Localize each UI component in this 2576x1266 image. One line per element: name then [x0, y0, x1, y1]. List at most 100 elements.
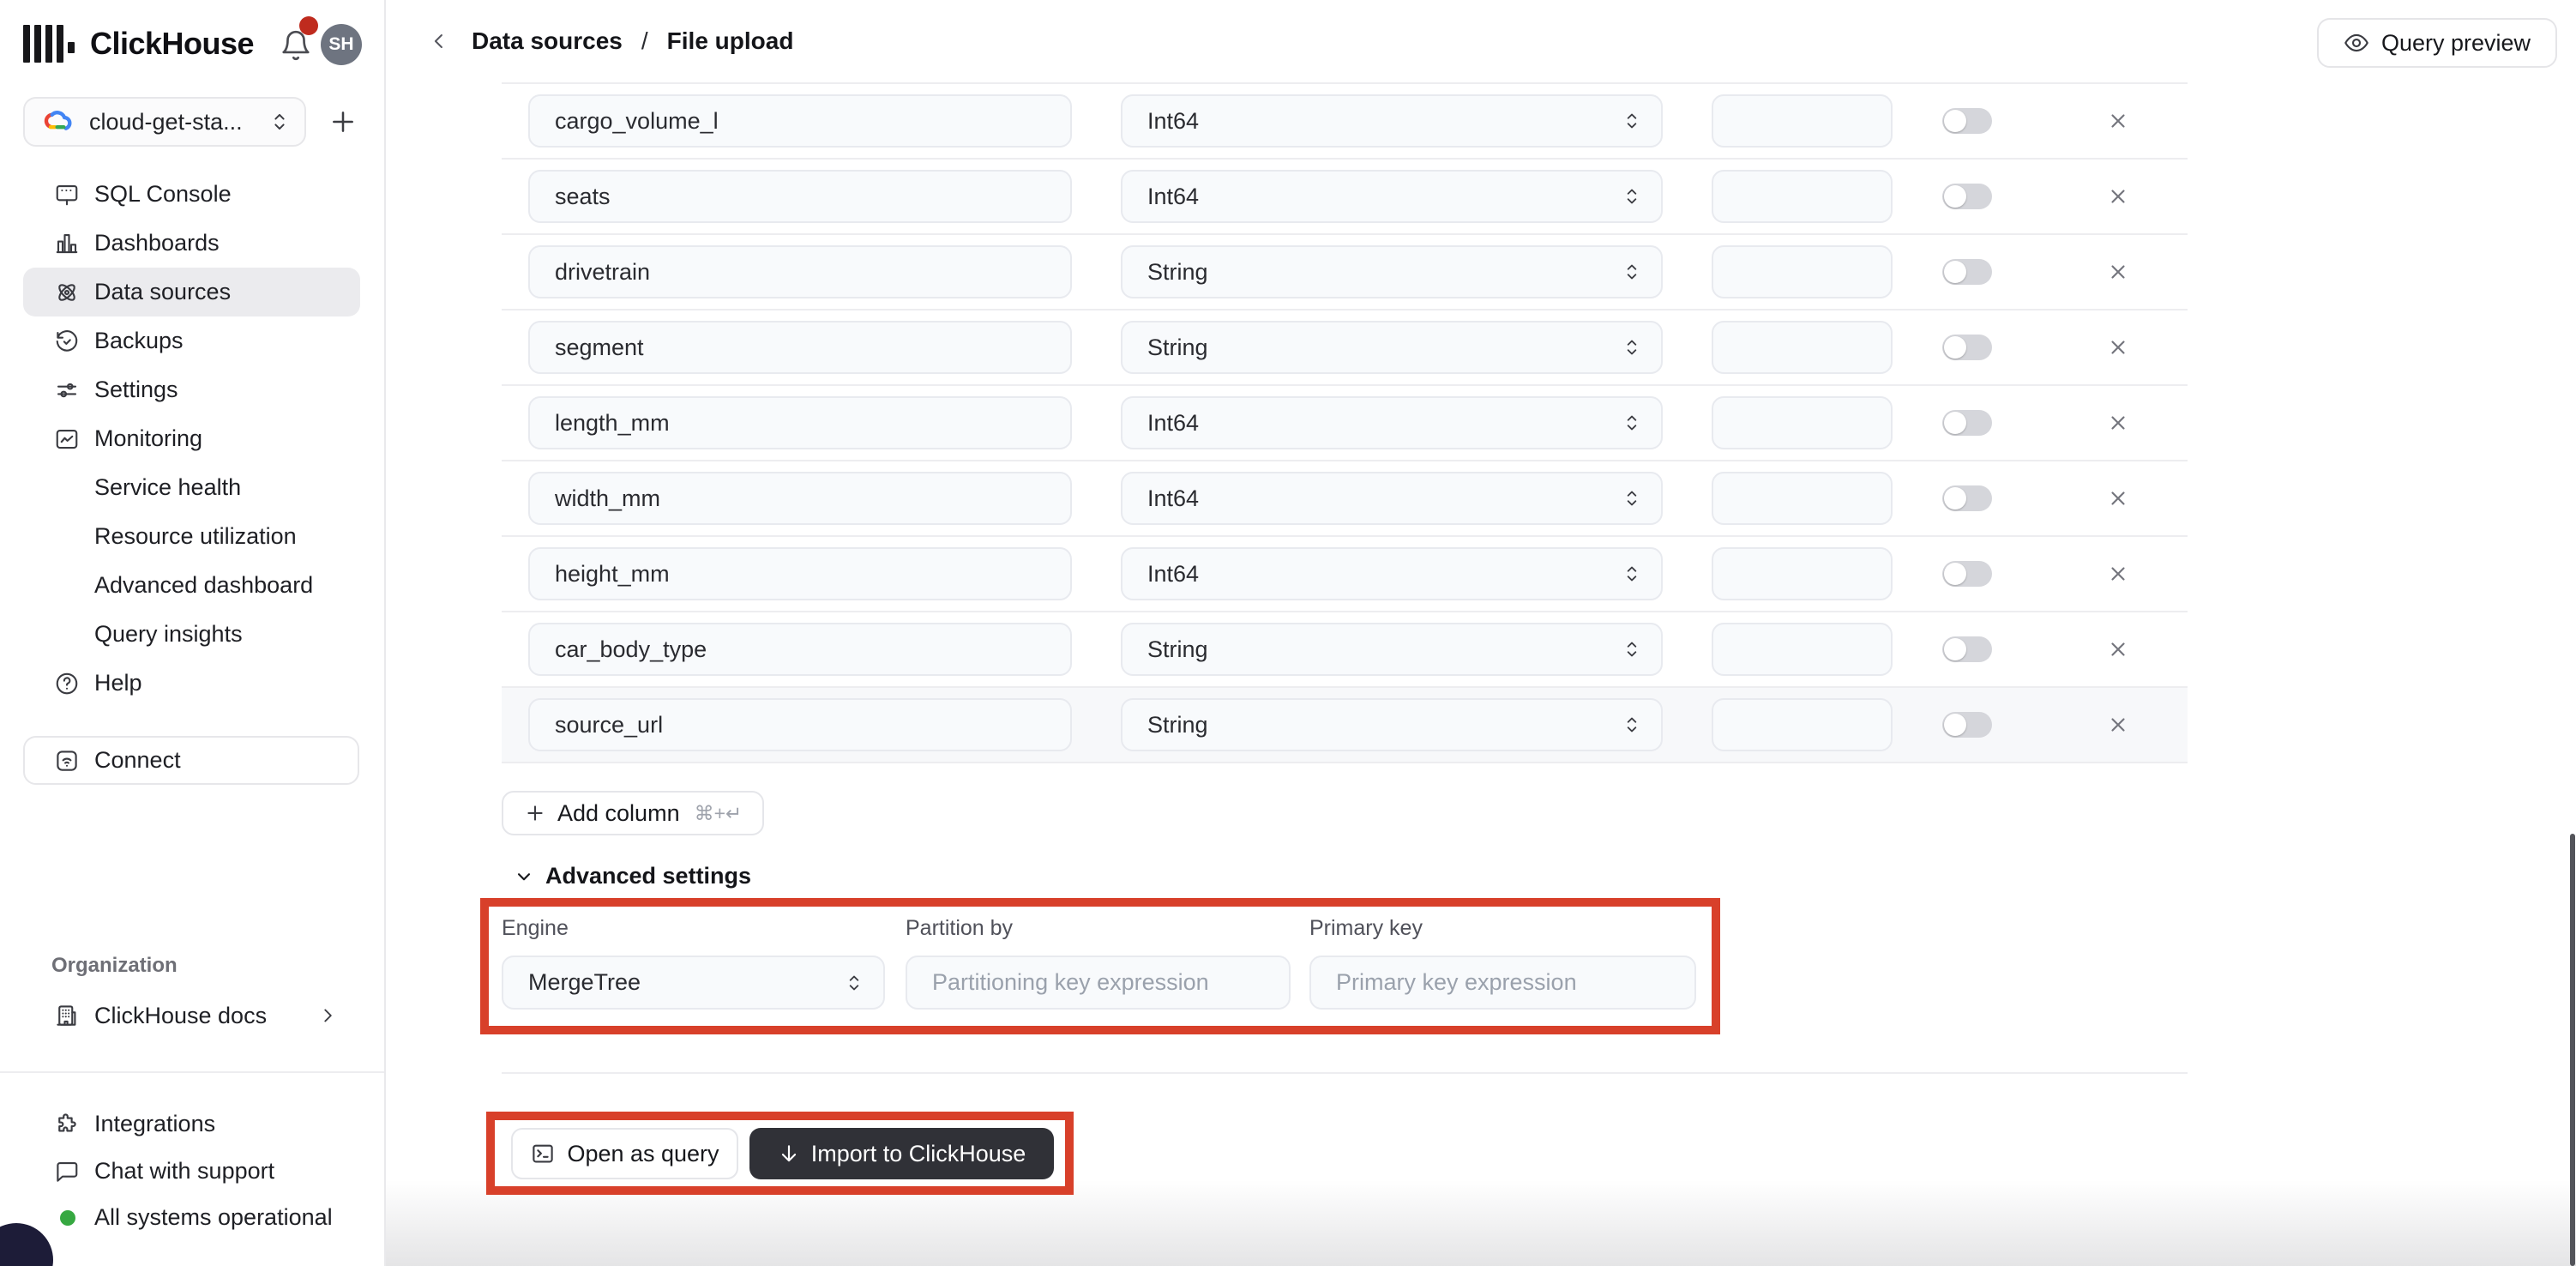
- primary-key-input[interactable]: [1309, 956, 1696, 1010]
- partition-by-input[interactable]: [906, 956, 1291, 1010]
- column-type-select[interactable]: Int64: [1121, 170, 1663, 223]
- import-to-clickhouse-button[interactable]: Import to ClickHouse: [749, 1128, 1054, 1179]
- sidebar-item-advanced-dashboard[interactable]: Advanced dashboard: [23, 561, 360, 610]
- column-toggle[interactable]: [1942, 335, 1992, 360]
- column-name-input[interactable]: [528, 623, 1072, 676]
- column-type-select[interactable]: Int64: [1121, 547, 1663, 600]
- sidebar-item-data-sources[interactable]: Data sources: [23, 268, 360, 316]
- add-column-button[interactable]: Add column ⌘+↵: [502, 791, 764, 835]
- plus-icon: [524, 802, 546, 824]
- table-row: Int64: [502, 461, 2188, 537]
- column-name-input[interactable]: [528, 170, 1072, 223]
- system-status[interactable]: All systems operational: [23, 1194, 363, 1241]
- column-toggle[interactable]: [1942, 259, 1992, 285]
- sidebar-item-label: Data sources: [94, 279, 231, 305]
- connect-label: Connect: [94, 747, 181, 774]
- remove-column-icon[interactable]: [2107, 185, 2129, 208]
- advanced-settings-toggle[interactable]: Advanced settings: [513, 863, 751, 889]
- column-toggle[interactable]: [1942, 184, 1992, 209]
- clickhouse-logo[interactable]: ClickHouse: [23, 24, 254, 63]
- column-name-input[interactable]: [528, 321, 1072, 374]
- remove-column-icon[interactable]: [2107, 714, 2129, 736]
- column-type-select[interactable]: String: [1121, 321, 1663, 374]
- default-value-input[interactable]: [1712, 623, 1893, 676]
- column-toggle[interactable]: [1942, 636, 1992, 662]
- arrow-down-icon: [778, 1142, 800, 1165]
- connect-button[interactable]: Connect: [23, 736, 359, 785]
- column-type-select[interactable]: Int64: [1121, 472, 1663, 525]
- column-toggle[interactable]: [1942, 561, 1992, 587]
- sidebar-item-backups[interactable]: Backups: [23, 316, 360, 365]
- column-toggle[interactable]: [1942, 485, 1992, 511]
- query-preview-button[interactable]: Query preview: [2317, 18, 2557, 68]
- column-toggle[interactable]: [1942, 410, 1992, 436]
- chevron-down-icon: [513, 865, 535, 888]
- column-type-select[interactable]: String: [1121, 245, 1663, 298]
- add-service-button[interactable]: [322, 100, 364, 143]
- column-toggle[interactable]: [1942, 712, 1992, 738]
- default-value-input[interactable]: [1712, 472, 1893, 525]
- breadcrumb-separator: /: [641, 27, 648, 55]
- remove-column-icon[interactable]: [2107, 563, 2129, 585]
- column-type-select[interactable]: String: [1121, 623, 1663, 676]
- column-name-input[interactable]: [528, 547, 1072, 600]
- primary-key-label: Primary key: [1309, 916, 1423, 941]
- column-toggle[interactable]: [1942, 108, 1992, 134]
- default-value-input[interactable]: [1712, 698, 1893, 751]
- vertical-scrollbar[interactable]: [2570, 834, 2575, 1266]
- chevron-right-icon: [316, 1004, 339, 1027]
- organization-section-label: Organization: [51, 954, 178, 978]
- chevron-updown-icon: [1622, 184, 1642, 208]
- chevron-updown-icon: [1622, 713, 1642, 737]
- sidebar-item-monitoring[interactable]: Monitoring: [23, 414, 360, 463]
- default-value-input[interactable]: [1712, 170, 1893, 223]
- service-selector[interactable]: cloud-get-sta...: [23, 97, 306, 147]
- remove-column-icon[interactable]: [2107, 412, 2129, 434]
- column-type-select[interactable]: Int64: [1121, 94, 1663, 148]
- default-value-input[interactable]: [1712, 547, 1893, 600]
- chat-icon: [54, 1159, 80, 1185]
- import-label: Import to ClickHouse: [811, 1141, 1026, 1167]
- sidebar-item-resource-utilization[interactable]: Resource utilization: [23, 512, 360, 561]
- table-row: String: [502, 310, 2188, 386]
- sidebar-item-query-insights[interactable]: Query insights: [23, 610, 360, 659]
- default-value-input[interactable]: [1712, 321, 1893, 374]
- column-type-select[interactable]: String: [1121, 698, 1663, 751]
- column-name-input[interactable]: [528, 472, 1072, 525]
- column-name-input[interactable]: [528, 245, 1072, 298]
- sidebar-item-chat-with-support[interactable]: Chat with support: [23, 1148, 363, 1195]
- column-type-value: String: [1147, 259, 1208, 286]
- column-type-select[interactable]: Int64: [1121, 396, 1663, 449]
- default-value-input[interactable]: [1712, 396, 1893, 449]
- column-name-input[interactable]: [528, 698, 1072, 751]
- toggle-knob: [1944, 563, 1966, 585]
- sidebar-item-label: Service health: [94, 474, 241, 501]
- sidebar-item-label: Advanced dashboard: [94, 572, 313, 599]
- remove-column-icon[interactable]: [2107, 336, 2129, 359]
- status-dot-icon: [60, 1210, 75, 1226]
- remove-column-icon[interactable]: [2107, 487, 2129, 509]
- engine-select[interactable]: MergeTree: [502, 956, 885, 1010]
- column-name-input[interactable]: [528, 396, 1072, 449]
- sidebar-item-sql-console[interactable]: SQL Console: [23, 170, 360, 219]
- sidebar-item-settings[interactable]: Settings: [23, 365, 360, 414]
- sidebar-item-dashboards[interactable]: Dashboards: [23, 219, 360, 268]
- back-chevron-icon[interactable]: [427, 29, 451, 53]
- avatar[interactable]: SH: [321, 24, 362, 65]
- default-value-input[interactable]: [1712, 94, 1893, 148]
- sidebar-item-label: Dashboards: [94, 230, 220, 256]
- footer-item-label: Chat with support: [94, 1158, 274, 1185]
- default-value-input[interactable]: [1712, 245, 1893, 298]
- open-as-query-button[interactable]: Open as query: [511, 1128, 738, 1179]
- remove-column-icon[interactable]: [2107, 110, 2129, 132]
- breadcrumb-data-sources[interactable]: Data sources: [472, 27, 623, 55]
- sidebar-item-label: Backups: [94, 328, 184, 354]
- remove-column-icon[interactable]: [2107, 261, 2129, 283]
- sidebar-item-clickhouse-docs[interactable]: ClickHouse docs: [23, 991, 363, 1040]
- sidebar-item-help[interactable]: Help: [23, 659, 360, 708]
- sidebar-item-service-health[interactable]: Service health: [23, 463, 360, 512]
- column-name-input[interactable]: [528, 94, 1072, 148]
- remove-column-icon[interactable]: [2107, 638, 2129, 660]
- sidebar-item-integrations[interactable]: Integrations: [23, 1100, 363, 1148]
- sidebar: ClickHouse SH cloud-get-sta...: [0, 0, 386, 1266]
